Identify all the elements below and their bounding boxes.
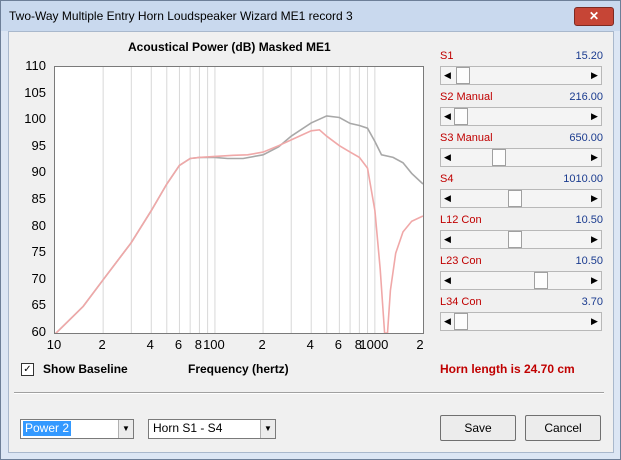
chart-grid xyxy=(102,67,376,333)
y-tick-label: 90 xyxy=(31,164,46,180)
y-tick-label: 80 xyxy=(31,217,46,233)
horn-length-label: Horn length is 24.70 cm xyxy=(440,362,575,376)
show-baseline-checkbox[interactable]: ✓ xyxy=(21,363,34,376)
slider-label: L12 Con xyxy=(440,214,482,226)
show-baseline-label: Show Baseline xyxy=(43,362,128,376)
slider-thumb[interactable] xyxy=(508,231,522,248)
slider-thumb[interactable] xyxy=(534,272,549,289)
left-arrow-icon[interactable]: ◀ xyxy=(441,313,454,330)
scrollbar-slider[interactable]: ◀ ▶ xyxy=(440,148,602,167)
y-tick-label: 110 xyxy=(25,58,46,73)
chart-title: Acoustical Power (dB) Masked ME1 xyxy=(128,40,331,54)
right-arrow-icon[interactable]: ▶ xyxy=(588,67,601,84)
y-tick-label: 85 xyxy=(31,191,46,206)
y-tick-label: 105 xyxy=(24,84,46,100)
slider-value: 10.50 xyxy=(575,214,603,226)
chart-type-value: Power 2 xyxy=(23,421,72,436)
slider-thumb[interactable] xyxy=(456,67,471,84)
right-arrow-icon[interactable]: ▶ xyxy=(588,272,601,289)
slider-label: S4 xyxy=(440,173,454,185)
scrollbar-slider[interactable]: ◀ ▶ xyxy=(440,271,602,290)
cancel-button[interactable]: Cancel xyxy=(525,415,601,441)
power-chart xyxy=(54,66,424,334)
slider-label: L23 Con xyxy=(440,255,482,267)
right-arrow-icon[interactable]: ▶ xyxy=(588,149,601,166)
scrollbar-slider[interactable]: ◀ ▶ xyxy=(440,66,602,85)
left-arrow-icon[interactable]: ◀ xyxy=(441,108,454,125)
scrollbar-slider[interactable]: ◀ ▶ xyxy=(440,230,602,249)
slider-label: S1 xyxy=(440,50,454,62)
horn-section-value: Horn S1 - S4 xyxy=(153,421,223,435)
y-tick-label: 100 xyxy=(24,111,46,127)
slider-thumb[interactable] xyxy=(454,313,468,330)
window-title: Two-Way Multiple Entry Horn Loudspeaker … xyxy=(9,9,353,23)
x-tick-label: 4 xyxy=(306,337,314,352)
slider-value: 10.50 xyxy=(575,255,603,267)
left-arrow-icon[interactable]: ◀ xyxy=(441,67,454,84)
slider-value: 3.70 xyxy=(581,296,603,308)
divider xyxy=(14,392,604,394)
x-tick-label: 2 xyxy=(416,337,424,352)
right-arrow-icon[interactable]: ▶ xyxy=(588,313,601,330)
x-tick-label: 1000 xyxy=(359,337,389,352)
left-arrow-icon[interactable]: ◀ xyxy=(441,231,454,248)
slider-value: 15.20 xyxy=(575,50,603,62)
slider-value: 650.00 xyxy=(569,132,603,144)
x-tick-label: 100 xyxy=(203,337,225,352)
title-bar: Two-Way Multiple Entry Horn Loudspeaker … xyxy=(1,1,620,31)
close-button[interactable]: ✕ xyxy=(574,7,614,26)
save-button[interactable]: Save xyxy=(440,415,516,441)
x-axis-label: Frequency (hertz) xyxy=(188,362,289,376)
left-arrow-icon[interactable]: ◀ xyxy=(441,149,454,166)
scrollbar-slider[interactable]: ◀ ▶ xyxy=(440,189,602,208)
slider-label: S2 Manual xyxy=(440,91,493,103)
horn-section-select[interactable]: Horn S1 - S4 ▼ xyxy=(148,419,276,439)
slider-thumb[interactable] xyxy=(508,190,522,207)
y-tick-label: 75 xyxy=(31,244,46,260)
scrollbar-slider[interactable]: ◀ ▶ xyxy=(440,107,602,126)
slider-label: L34 Con xyxy=(440,296,482,308)
x-tick-label: 2 xyxy=(98,337,106,352)
right-arrow-icon[interactable]: ▶ xyxy=(588,190,601,207)
y-tick-label: 70 xyxy=(31,270,46,286)
slider-thumb[interactable] xyxy=(454,108,468,125)
slider-value: 1010.00 xyxy=(563,173,603,185)
x-tick-label: 2 xyxy=(258,337,266,352)
slider-thumb[interactable] xyxy=(492,149,507,166)
slider-label: S3 Manual xyxy=(440,132,493,144)
chevron-down-icon[interactable]: ▼ xyxy=(260,420,275,438)
y-tick-label: 65 xyxy=(31,297,46,313)
y-tick-label: 95 xyxy=(31,137,46,153)
chevron-down-icon[interactable]: ▼ xyxy=(118,420,133,438)
chart-type-select[interactable]: Power 2 ▼ xyxy=(20,419,134,439)
x-tick-label: 4 xyxy=(146,337,154,352)
left-arrow-icon[interactable]: ◀ xyxy=(441,272,454,289)
right-arrow-icon[interactable]: ▶ xyxy=(588,231,601,248)
scrollbar-slider[interactable]: ◀ ▶ xyxy=(440,312,602,331)
right-arrow-icon[interactable]: ▶ xyxy=(588,108,601,125)
x-tick-label: 10 xyxy=(46,337,62,352)
left-arrow-icon[interactable]: ◀ xyxy=(441,190,454,207)
slider-value: 216.00 xyxy=(569,91,603,103)
